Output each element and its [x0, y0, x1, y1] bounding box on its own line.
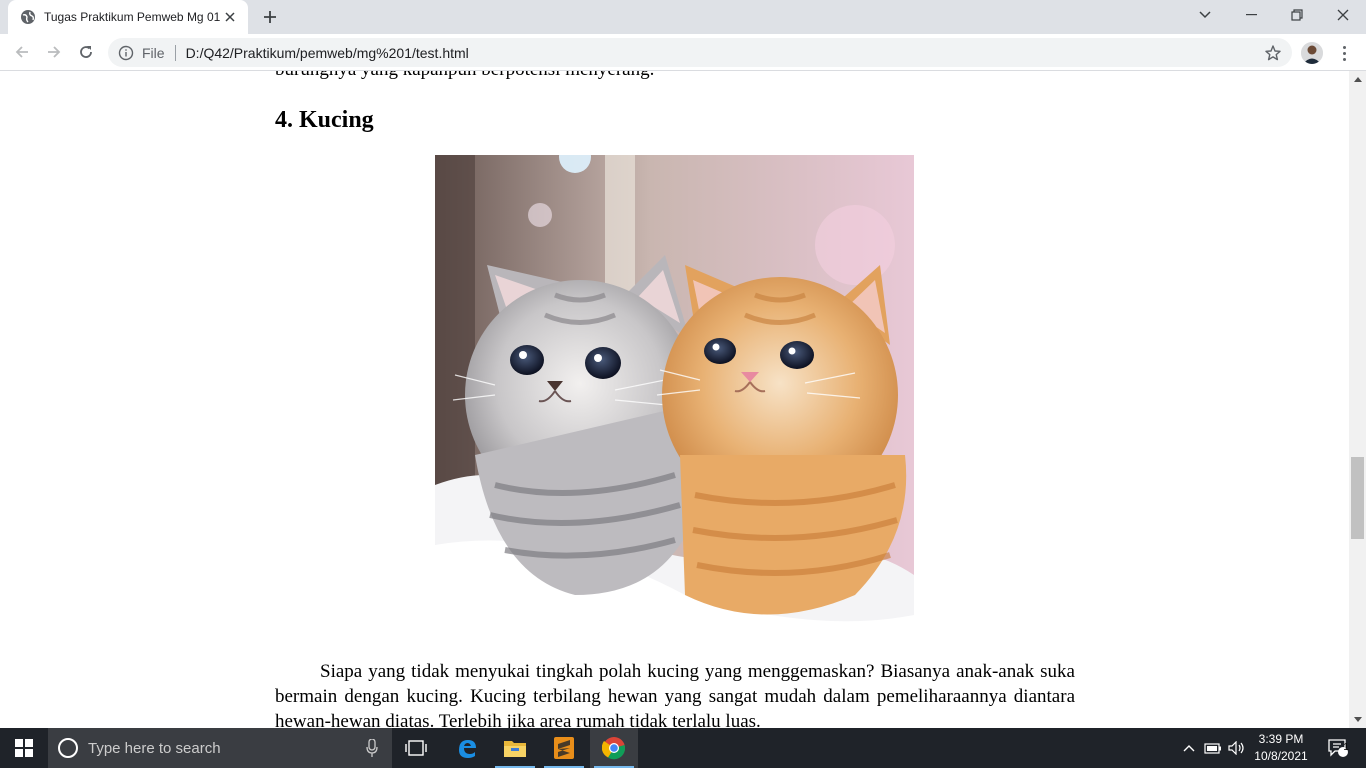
back-button[interactable]	[8, 38, 36, 66]
cortana-icon	[58, 738, 78, 758]
section-heading: 4. Kucing	[275, 107, 374, 133]
taskbar-clock[interactable]: 3:39 PM 10/8/2021	[1248, 731, 1314, 765]
close-window-button[interactable]	[1320, 0, 1366, 30]
sublime-text-icon[interactable]	[540, 728, 588, 768]
clock-date: 10/8/2021	[1254, 749, 1308, 763]
reload-button[interactable]	[72, 38, 100, 66]
site-info-label[interactable]: File	[142, 45, 165, 61]
browser-toolbar: File D:/Q42/Praktikum/pemweb/mg%201/test…	[0, 34, 1366, 71]
volume-icon[interactable]	[1226, 728, 1248, 768]
scrollbar-thumb[interactable]	[1351, 457, 1364, 539]
bookmark-star-icon[interactable]	[1264, 44, 1282, 62]
kittens-photo	[435, 155, 914, 634]
new-tab-button[interactable]	[258, 6, 282, 28]
windows-start-icon[interactable]	[0, 728, 48, 768]
previous-paragraph-tail: burungnya yang kapanpun berpotensi menye…	[275, 71, 654, 81]
address-bar[interactable]: File D:/Q42/Praktikum/pemweb/mg%201/test…	[108, 38, 1292, 67]
omnibox-divider	[174, 44, 176, 61]
task-view-icon[interactable]	[392, 728, 440, 768]
notification-count: 1	[1343, 742, 1349, 753]
page-scrollbar[interactable]	[1349, 71, 1366, 728]
chrome-taskbar-icon[interactable]	[590, 728, 638, 768]
scroll-down-arrow-icon[interactable]	[1349, 711, 1366, 728]
minimize-button[interactable]	[1228, 0, 1274, 30]
browser-tab[interactable]: Tugas Praktikum Pemweb Mg 01	[8, 0, 248, 34]
tab-strip: Tugas Praktikum Pemweb Mg 01	[0, 0, 1366, 34]
profile-avatar[interactable]	[1301, 42, 1323, 64]
taskbar-search-box[interactable]: Type here to search	[48, 728, 392, 768]
battery-icon[interactable]	[1202, 728, 1224, 768]
forward-button[interactable]	[40, 38, 68, 66]
tab-search-icon[interactable]	[1182, 0, 1228, 30]
file-explorer-icon[interactable]	[491, 728, 539, 768]
kucing-paragraph: Siapa yang tidak menyukai tingkah polah …	[275, 661, 1075, 728]
search-placeholder: Type here to search	[88, 739, 221, 757]
windows-taskbar: Type here to search 3:39 PM 10/8/2021 1	[0, 728, 1366, 768]
clock-time: 3:39 PM	[1258, 732, 1304, 746]
show-hidden-icons-chevron-icon[interactable]	[1178, 728, 1200, 768]
restore-button[interactable]	[1274, 0, 1320, 30]
notification-center-icon[interactable]: 1	[1318, 728, 1358, 768]
url-text[interactable]: D:/Q42/Praktikum/pemweb/mg%201/test.html	[186, 45, 469, 61]
tab-title: Tugas Praktikum Pemweb Mg 01	[44, 10, 221, 24]
globe-icon	[20, 9, 36, 25]
info-icon[interactable]	[118, 45, 134, 61]
microphone-icon[interactable]	[366, 738, 378, 762]
page-viewport: burungnya yang kapanpun berpotensi menye…	[0, 71, 1349, 728]
close-tab-icon[interactable]	[222, 9, 238, 25]
chrome-menu-icon[interactable]	[1334, 40, 1354, 66]
edge-browser-icon[interactable]	[443, 728, 491, 768]
scroll-up-arrow-icon[interactable]	[1349, 71, 1366, 88]
